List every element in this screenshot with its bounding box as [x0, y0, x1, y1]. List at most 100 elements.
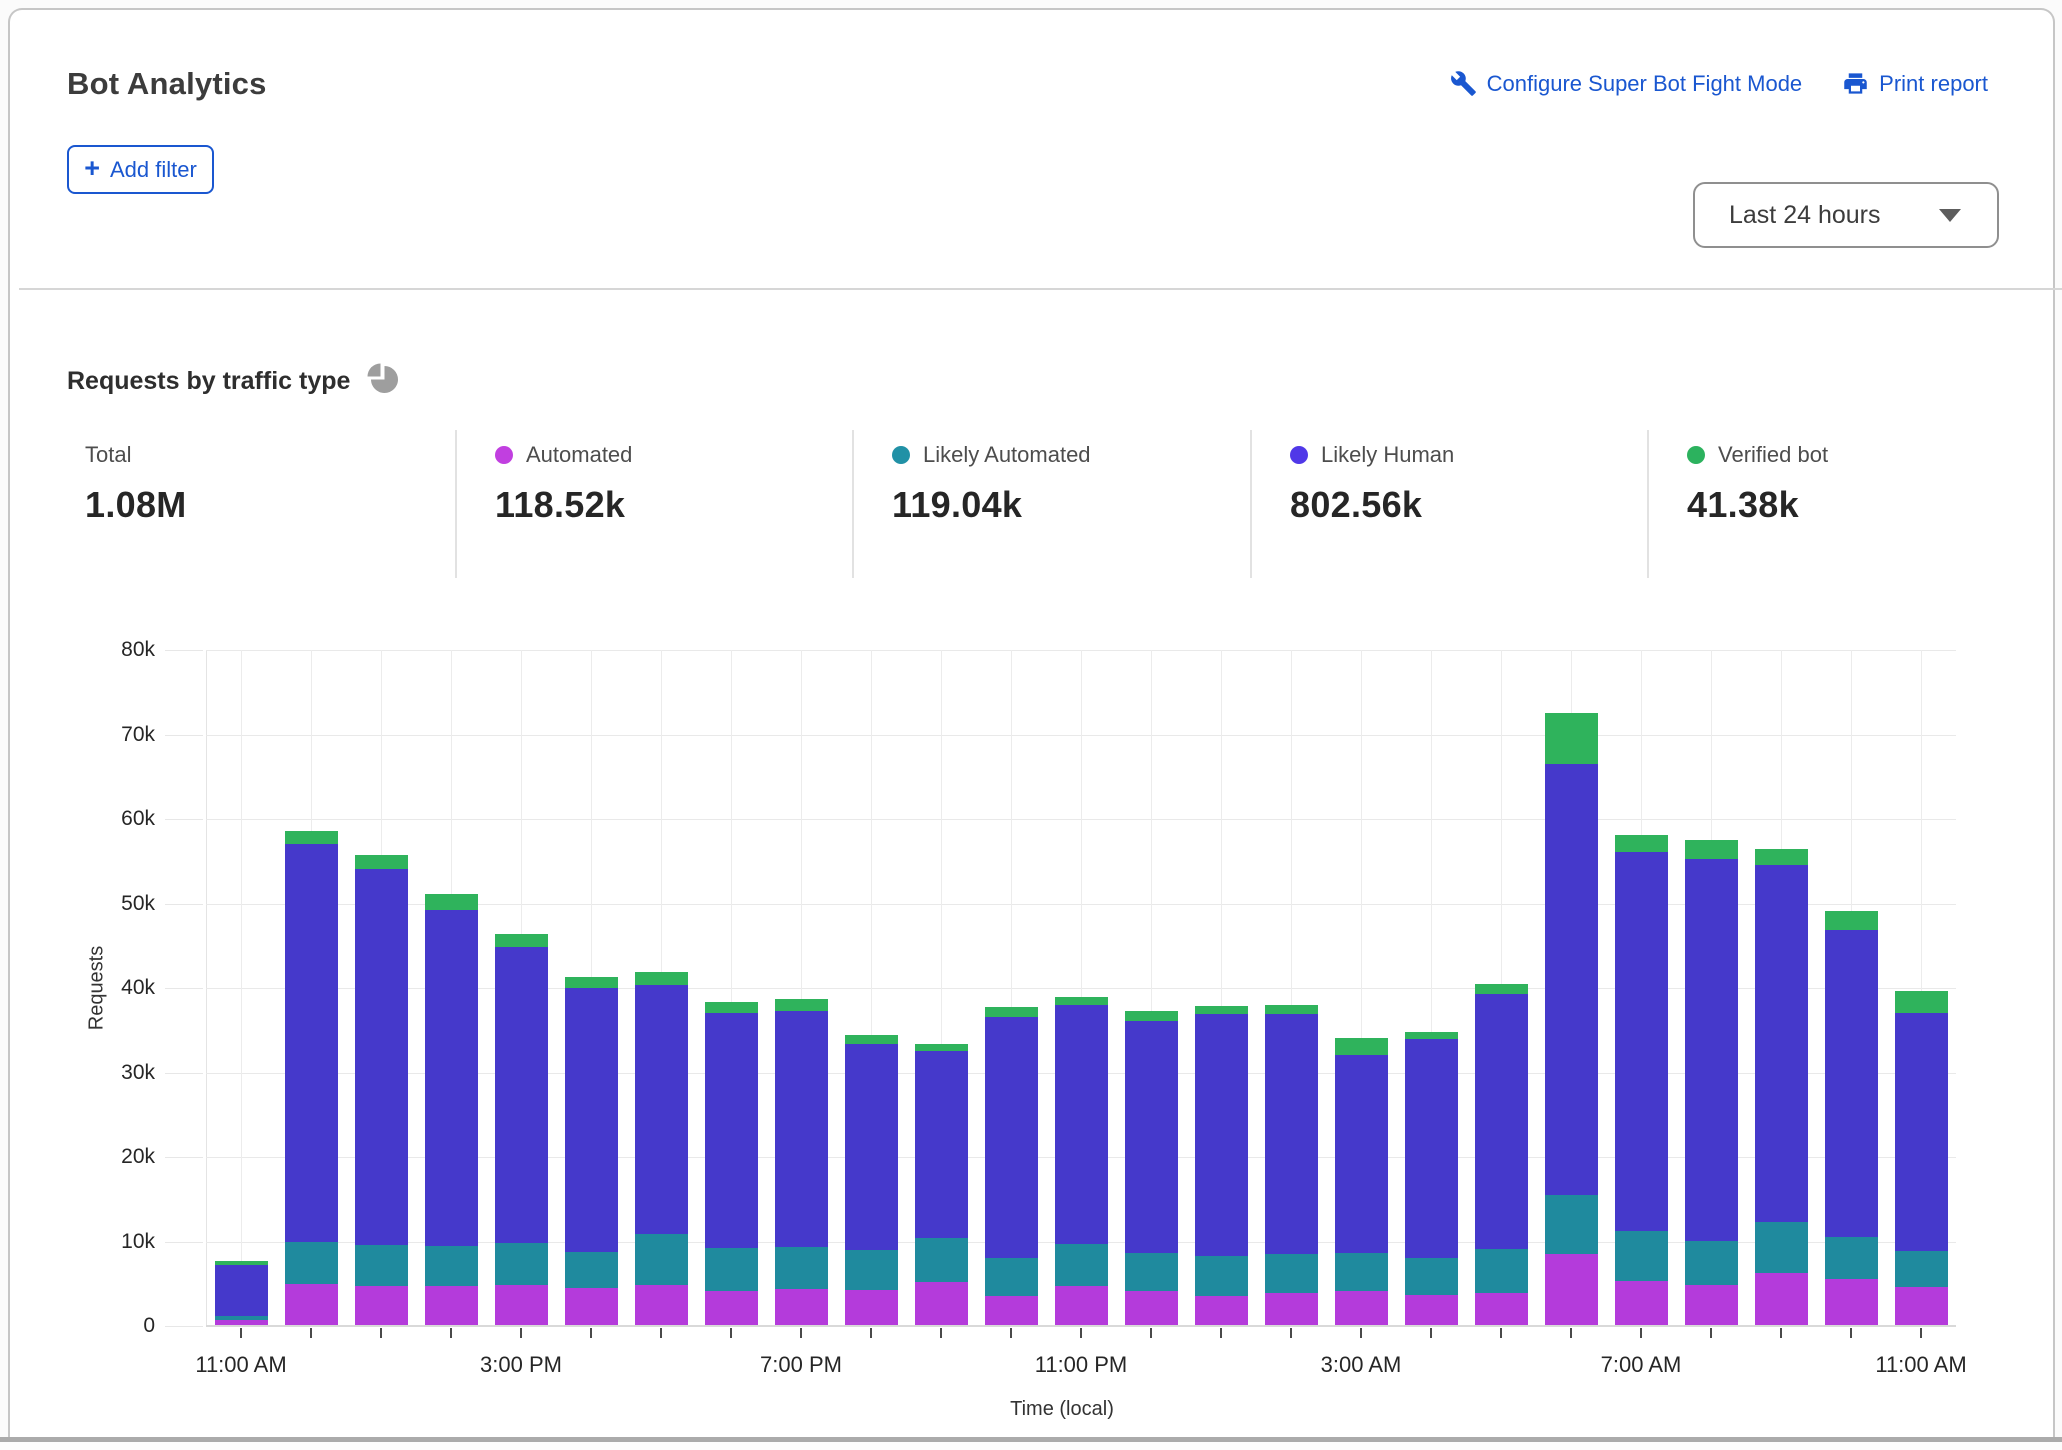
- bar-segment-automated: [1335, 1291, 1388, 1326]
- bar-segment-likely-automated: [355, 1245, 408, 1286]
- bar-segment-likely-automated: [1545, 1195, 1598, 1254]
- x-axis-line: [206, 1325, 1956, 1327]
- x-tick-mark: [870, 1328, 872, 1338]
- bar-segment-likely-human: [1265, 1014, 1318, 1254]
- y-tick-mark: [165, 904, 203, 905]
- x-tick-mark: [1150, 1328, 1152, 1338]
- bar-segment-verified-bot: [1825, 911, 1878, 930]
- x-tick-mark: [310, 1328, 312, 1338]
- wrench-icon: [1450, 70, 1477, 97]
- bar-segment-verified-bot: [495, 934, 548, 948]
- y-tick-label: 70k: [65, 723, 155, 747]
- bar-segment-verified-bot: [1545, 713, 1598, 764]
- bar-segment-verified-bot: [1195, 1006, 1248, 1014]
- bar-segment-likely-human: [705, 1013, 758, 1248]
- x-tick-mark: [380, 1328, 382, 1338]
- section-heading-row: Requests by traffic type: [67, 362, 400, 401]
- bar-segment-likely-human: [425, 910, 478, 1245]
- stat-total: Total 1.08M: [85, 430, 453, 578]
- bar-segment-likely-automated: [1755, 1222, 1808, 1273]
- bar-segment-likely-automated: [285, 1242, 338, 1284]
- header-divider: [19, 288, 2062, 290]
- bar-segment-verified-bot: [705, 1002, 758, 1014]
- stat-automated-value: 118.52k: [495, 484, 852, 526]
- x-tick-mark: [1710, 1328, 1712, 1338]
- likely-automated-legend-dot: [892, 446, 910, 464]
- add-filter-label: Add filter: [110, 157, 197, 183]
- page-title: Bot Analytics: [67, 66, 267, 102]
- bar-segment-verified-bot: [285, 831, 338, 845]
- y-tick-mark: [165, 988, 203, 989]
- x-axis-title: Time (local): [1010, 1398, 1114, 1421]
- bar-segment-likely-automated: [845, 1250, 898, 1290]
- bar-segment-likely-automated: [1825, 1237, 1878, 1278]
- time-range-select[interactable]: Last 24 hours: [1693, 182, 1999, 248]
- configure-super-bot-fight-mode-link[interactable]: Configure Super Bot Fight Mode: [1450, 70, 1803, 97]
- y-tick-mark: [165, 1073, 203, 1074]
- x-tick-label: 3:00 PM: [480, 1352, 562, 1378]
- stat-likely-human-label: Likely Human: [1321, 442, 1454, 468]
- bar-segment-likely-automated: [1335, 1253, 1388, 1292]
- bar-segment-verified-bot: [355, 855, 408, 869]
- bar-segment-likely-human: [1545, 764, 1598, 1195]
- bar-segment-likely-automated: [1195, 1256, 1248, 1297]
- configure-link-label: Configure Super Bot Fight Mode: [1487, 71, 1803, 97]
- y-tick-label: 40k: [65, 976, 155, 1000]
- stat-verified-bot: Verified bot 41.38k: [1647, 430, 2015, 578]
- bar-segment-automated: [775, 1289, 828, 1326]
- bar-segment-likely-human: [1895, 1013, 1948, 1250]
- y-tick-label: 0: [65, 1314, 155, 1338]
- bar-segment-likely-human: [1125, 1021, 1178, 1253]
- bar-segment-likely-human: [565, 988, 618, 1252]
- vertical-gridline: [241, 650, 242, 1326]
- bar-segment-automated: [495, 1285, 548, 1326]
- x-tick-mark: [1850, 1328, 1852, 1338]
- stat-verified-bot-label: Verified bot: [1718, 442, 1828, 468]
- bar-segment-likely-automated: [635, 1234, 688, 1285]
- bar-segment-likely-human: [635, 985, 688, 1234]
- time-range-value: Last 24 hours: [1729, 201, 1881, 230]
- x-tick-mark: [450, 1328, 452, 1338]
- bar-segment-automated: [1195, 1296, 1248, 1326]
- bar-segment-likely-human: [985, 1017, 1038, 1259]
- bar-segment-verified-bot: [215, 1261, 268, 1265]
- stat-likely-human: Likely Human 802.56k: [1250, 430, 1647, 578]
- bar-segment-likely-automated: [1405, 1258, 1458, 1295]
- likely-human-legend-dot: [1290, 446, 1308, 464]
- bar-segment-likely-automated: [1615, 1231, 1668, 1282]
- y-tick-label: 50k: [65, 892, 155, 916]
- y-tick-mark: [165, 735, 203, 736]
- bar-segment-automated: [1055, 1286, 1108, 1326]
- bot-analytics-page: Bot Analytics Configure Super Bot Fight …: [0, 0, 2062, 1450]
- x-tick-mark: [1220, 1328, 1222, 1338]
- x-tick-mark: [1010, 1328, 1012, 1338]
- bar-segment-automated: [355, 1286, 408, 1326]
- y-tick-label: 30k: [65, 1061, 155, 1085]
- bar-segment-likely-human: [1755, 865, 1808, 1222]
- bar-segment-likely-human: [355, 869, 408, 1245]
- bar-segment-likely-human: [1685, 859, 1738, 1241]
- stat-likely-human-value: 802.56k: [1290, 484, 1647, 526]
- y-tick-mark: [165, 819, 203, 820]
- bar-segment-automated: [1265, 1293, 1318, 1326]
- bar-segment-verified-bot: [635, 972, 688, 985]
- requests-bar-chart[interactable]: [206, 650, 1956, 1326]
- y-tick-label: 60k: [65, 807, 155, 831]
- stat-total-label: Total: [85, 442, 131, 468]
- bar-segment-verified-bot: [845, 1035, 898, 1043]
- x-tick-mark: [1290, 1328, 1292, 1338]
- add-filter-button[interactable]: + Add filter: [67, 145, 214, 194]
- bar-segment-automated: [565, 1288, 618, 1326]
- bar-segment-likely-human: [495, 947, 548, 1243]
- print-report-link[interactable]: Print report: [1842, 70, 1988, 97]
- bar-segment-likely-human: [915, 1051, 968, 1239]
- x-tick-label: 7:00 AM: [1601, 1352, 1682, 1378]
- bar-segment-automated: [1895, 1287, 1948, 1326]
- x-tick-label: 11:00 PM: [1035, 1352, 1128, 1378]
- x-tick-mark: [1640, 1328, 1642, 1338]
- y-tick-label: 10k: [65, 1230, 155, 1254]
- bar-segment-likely-human: [1615, 852, 1668, 1231]
- x-tick-mark: [1080, 1328, 1082, 1338]
- bar-segment-automated: [1825, 1279, 1878, 1326]
- bar-segment-verified-bot: [1755, 849, 1808, 865]
